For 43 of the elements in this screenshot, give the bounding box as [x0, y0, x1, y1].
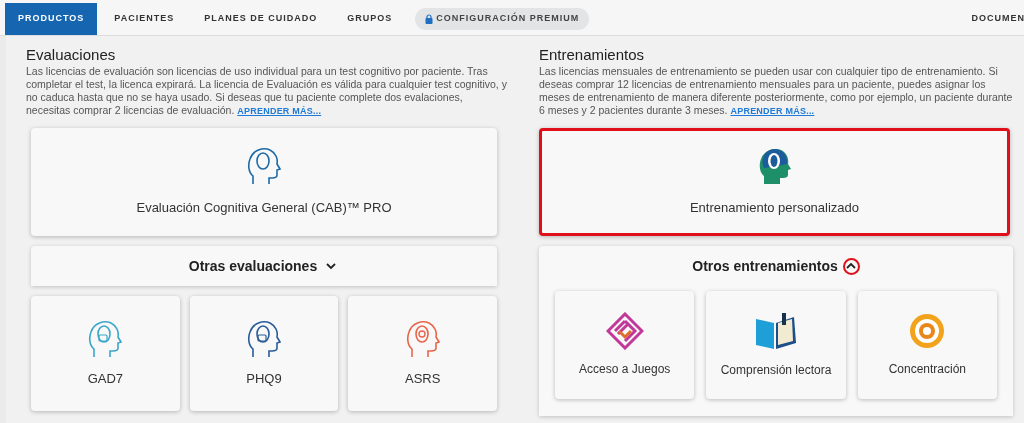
card-label: Entrenamiento personalizado — [689, 199, 860, 218]
product-card[interactable]: Concentración — [857, 291, 997, 399]
nav-tab[interactable]: PRODUCTOS — [5, 2, 98, 35]
head-icon — [247, 146, 281, 187]
section-title: Entrenamientos — [539, 46, 646, 64]
lock-icon — [425, 13, 434, 24]
product-card[interactable]: Evaluación Cognitiva General (CAB)™ PRO — [31, 128, 497, 236]
head-icon — [405, 318, 440, 359]
product-card[interactable]: PHQ9 — [189, 296, 339, 411]
nav-tab[interactable]: PLANES DE CUIDADO — [191, 2, 331, 35]
nav-tab[interactable]: CONFIGURACIÓN PREMIUM — [415, 7, 590, 30]
head-icon — [757, 146, 792, 187]
panel-title: Otras evaluaciones — [188, 256, 318, 276]
book-icon — [754, 311, 798, 351]
toggle-button[interactable] — [842, 257, 860, 275]
maze-icon — [605, 312, 644, 350]
card-label: PHQ9 — [246, 369, 282, 388]
product-card[interactable]: Comprensión lectora — [706, 291, 846, 399]
head-icon — [88, 318, 123, 359]
product-card[interactable]: ASRS — [348, 296, 497, 411]
product-card[interactable]: Acceso a Juegos — [555, 291, 695, 399]
card-label: Concentración — [888, 361, 966, 378]
learn-more-link[interactable]: APRENDER MÁS... — [730, 106, 815, 116]
card-label: Acceso a Juegos — [578, 361, 671, 378]
section-title: Evaluaciones — [26, 46, 117, 64]
product-card[interactable]: Entrenamiento personalizado — [539, 128, 1010, 236]
head-icon — [247, 318, 281, 359]
learn-more-link[interactable]: APRENDER MÁS... — [237, 106, 322, 116]
panel-title: Otros entrenamientos — [692, 256, 838, 276]
expandable-header[interactable]: Otras evaluaciones — [31, 246, 497, 286]
card-label: ASRS — [404, 369, 441, 388]
nav-tab[interactable]: GRUPOS — [334, 2, 406, 35]
section-description: Las licencias mensuales de entrenamiento se pueden usar con cualquier tipo de entrenamiento. Si deseas comprar 12 licencias de entrenamiento mensuales para un paciente, puedes asignar los meses de entrenamiento de manera diferente posteriormente, como por ejemplo, un paciente durante 6 meses y 2 pacientes durante 3 meses. APRENDER MÁS... — [539, 65, 1013, 118]
expandable-panel[interactable]: Otros entrenamientos Acceso a Juegos Comprensión lectora Concentración — [539, 246, 1013, 416]
card-label: Evaluación Cognitiva General (CAB)™ PRO — [136, 199, 392, 218]
chevron-icon — [324, 260, 337, 272]
card-label: Comprensión lectora — [720, 362, 832, 379]
nav-tab[interactable]: PACIENTES — [101, 2, 188, 35]
card-label: GAD7 — [87, 369, 124, 388]
nav-link[interactable]: DOCUMEN — [971, 11, 1024, 26]
section-description: Las licencias de evaluación son licencias de uso individual para un test cognitivo por paciente. Tras completar el test, la licenca expirará. La licencia de Evaluación es válida para cualquier test cognitivo, y no caduca hasta que no se haya usado. Si deseas que tu paciente complete dos evalaciones, necesitas comprar 2 licencias de evaluación. APRENDER MÁS... — [26, 65, 508, 118]
product-card[interactable]: GAD7 — [31, 296, 180, 411]
target-icon — [908, 312, 947, 350]
